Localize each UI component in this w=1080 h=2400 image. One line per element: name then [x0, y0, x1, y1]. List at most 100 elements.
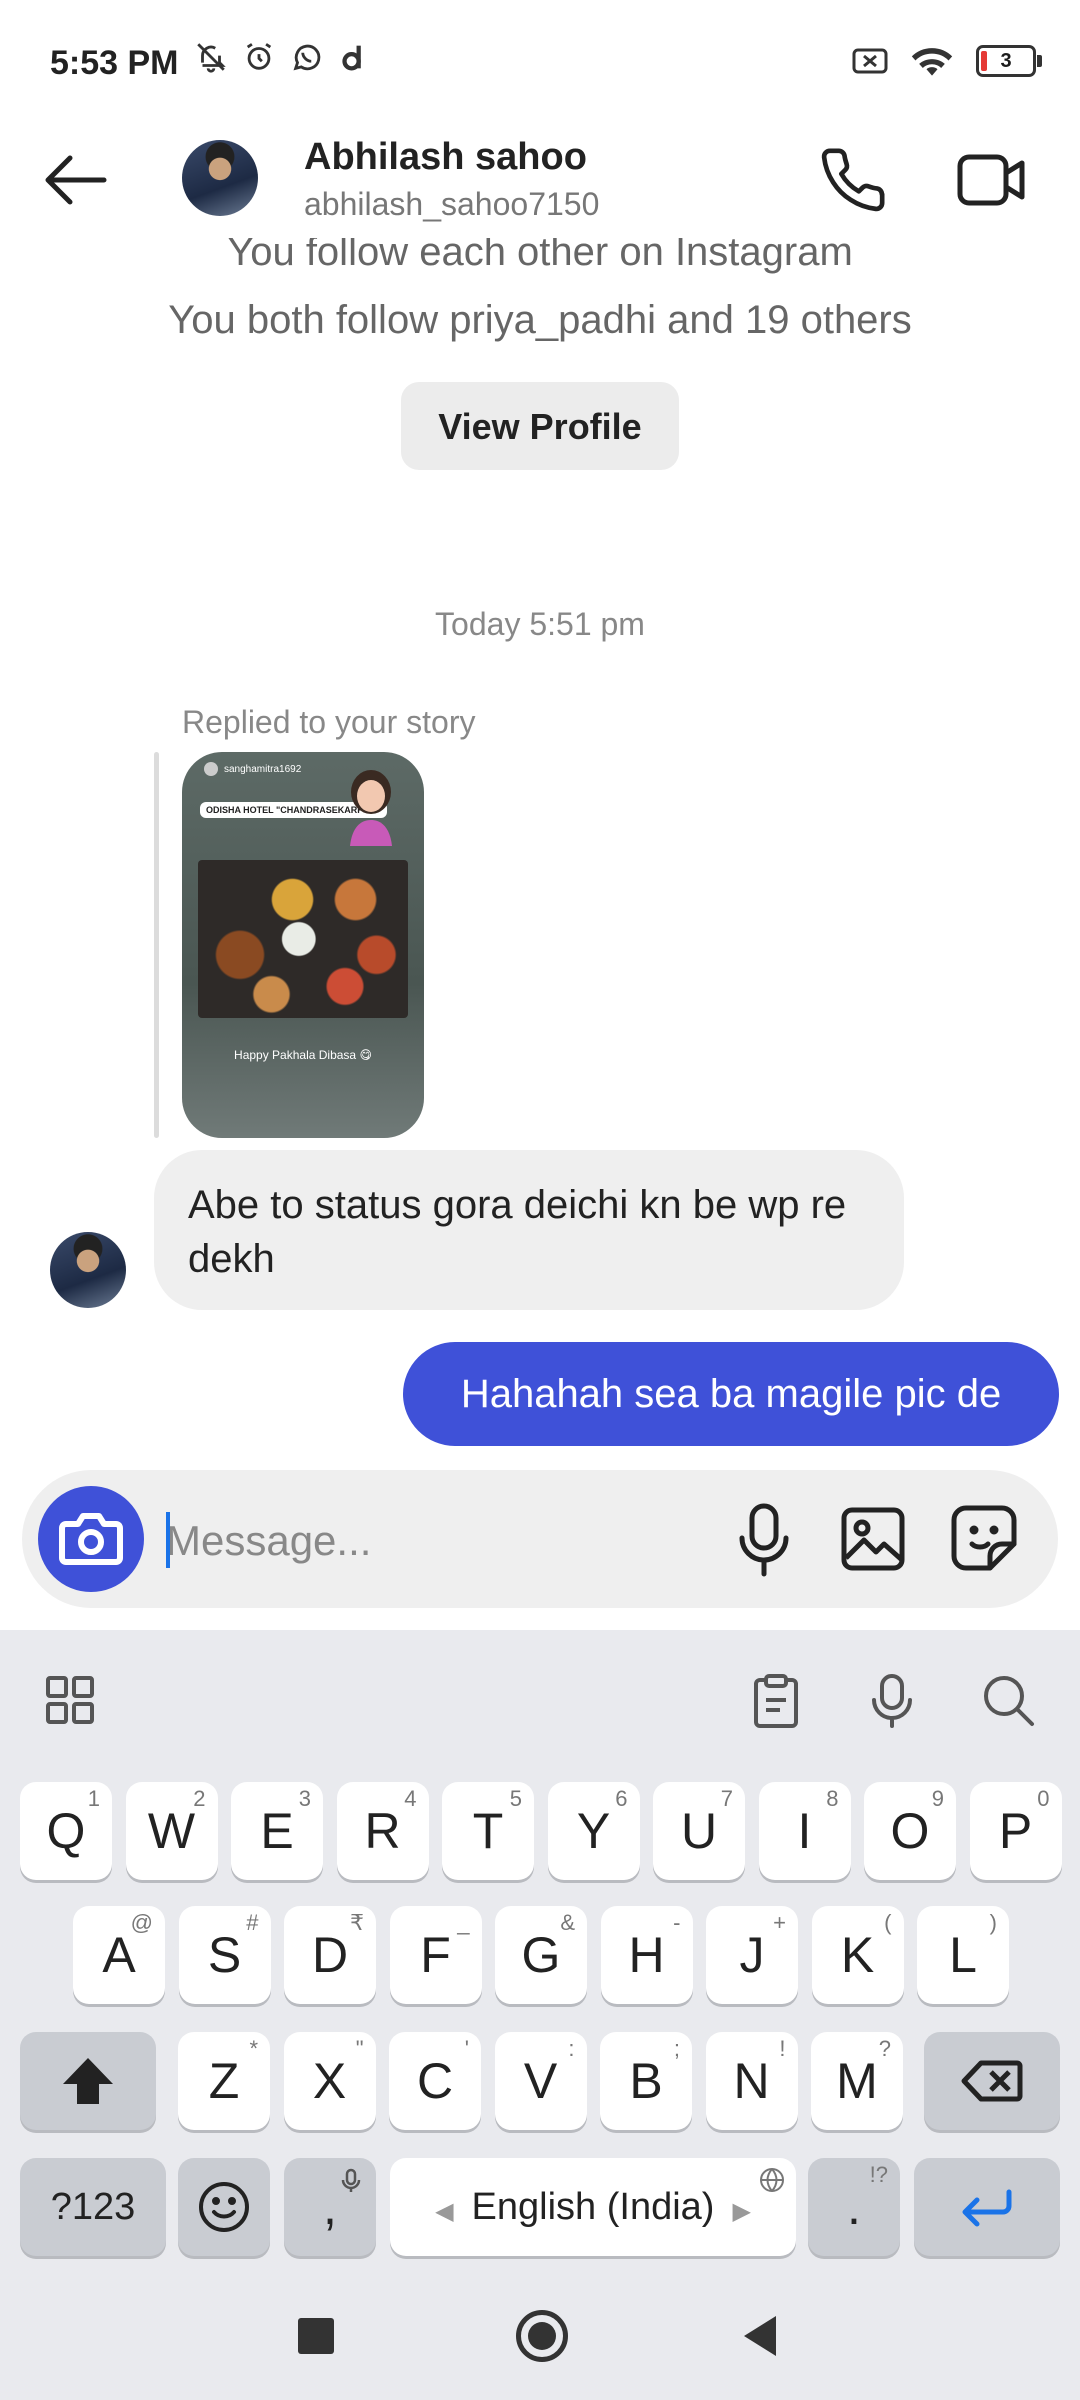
key-g[interactable]: G &	[495, 1906, 587, 2004]
apps-grid-icon[interactable]	[40, 1670, 100, 1730]
emoji-key[interactable]	[178, 2158, 270, 2256]
camera-button[interactable]	[38, 1486, 144, 1592]
period-label: .	[847, 2179, 861, 2235]
key-label: W	[147, 1803, 196, 1859]
key-secondary-label: 7	[720, 1786, 733, 1811]
battery-indicator: 3	[976, 45, 1042, 77]
back-triangle-icon[interactable]	[742, 2314, 778, 2358]
comma-key[interactable]: ,	[284, 2158, 376, 2256]
key-i[interactable]: I8	[758, 1782, 851, 1880]
key-label: E	[260, 1803, 294, 1859]
key-secondary-label: 9	[931, 1786, 944, 1811]
view-profile-button[interactable]: View Profile	[401, 382, 679, 470]
key-secondary-label: 6	[615, 1786, 628, 1811]
key-z[interactable]: Z *	[178, 2032, 270, 2130]
wifi-icon	[911, 48, 953, 76]
key-secondary-label: #	[246, 1910, 259, 1935]
key-secondary-label: "	[355, 2036, 364, 2061]
voice-input-icon[interactable]	[862, 1670, 922, 1730]
key-label: N	[733, 2053, 770, 2109]
contact-avatar[interactable]	[182, 140, 258, 216]
enter-key[interactable]	[914, 2158, 1060, 2256]
key-label: Z	[208, 2053, 240, 2109]
battery-level: 3	[1000, 50, 1012, 72]
search-icon[interactable]	[978, 1670, 1038, 1730]
contact-name[interactable]: Abhilash sahoo	[304, 136, 587, 179]
key-k[interactable]: K(	[811, 1906, 904, 2004]
shift-key[interactable]	[20, 2032, 156, 2130]
mute-bell-icon	[197, 43, 226, 73]
key-o[interactable]: O9	[864, 1782, 956, 1880]
sender-avatar[interactable]	[50, 1232, 126, 1308]
story-thumbnail[interactable]: sanghamitra1692 ODISHA HOTEL "CHANDRASEK…	[182, 752, 424, 1138]
status-time: 5:53 PM	[50, 44, 179, 82]
recents-square-icon[interactable]	[298, 2318, 334, 2354]
key-u[interactable]: U7	[653, 1782, 745, 1880]
key-label: Y	[576, 1803, 611, 1859]
incoming-message[interactable]: Abe to status gora deichi kn be wp re de…	[154, 1150, 904, 1310]
key-w[interactable]: W2	[125, 1782, 218, 1880]
home-circle-icon[interactable]	[516, 2310, 568, 2362]
back-button[interactable]	[40, 150, 120, 210]
key-h[interactable]: H-	[600, 1906, 693, 2004]
key-b[interactable]: B;	[600, 2032, 692, 2130]
globe-icon	[760, 2168, 784, 2192]
key-q[interactable]: Q1	[20, 1782, 112, 1880]
clipboard-icon[interactable]	[746, 1670, 806, 1730]
app-d-icon	[342, 45, 361, 71]
key-v[interactable]: V:	[494, 2032, 587, 2130]
alarm-icon	[246, 43, 272, 70]
video-call-button[interactable]	[956, 145, 1028, 215]
key-secondary-label: -	[673, 1910, 681, 1935]
status-icons-right: 3	[852, 44, 1042, 78]
key-c[interactable]: C '	[389, 2032, 481, 2130]
key-e[interactable]: E3	[231, 1782, 323, 1880]
contact-username[interactable]: abhilash_sahoo7150	[304, 186, 599, 223]
key-secondary-label: ;	[673, 2036, 680, 2061]
key-secondary-label: *	[249, 2036, 258, 2061]
reply-context-label: Replied to your story	[182, 704, 476, 740]
symbols-key[interactable]: ?123	[20, 2158, 166, 2256]
key-d[interactable]: D ₹	[284, 1906, 376, 2004]
story-user: sanghamitra1692	[204, 762, 301, 776]
key-n[interactable]: N!	[705, 2032, 798, 2130]
key-r[interactable]: R4	[336, 1782, 429, 1880]
sticker-button[interactable]	[950, 1504, 1018, 1572]
key-secondary-label: )	[989, 1910, 997, 1935]
key-secondary-label: !	[779, 2036, 786, 2061]
key-m[interactable]: M?	[811, 2032, 903, 2130]
key-y[interactable]: Y6	[547, 1782, 640, 1880]
key-label: S	[207, 1927, 242, 1983]
key-secondary-label: _	[457, 1910, 470, 1935]
backspace-key[interactable]	[924, 2032, 1060, 2130]
follow-status-label: You follow each other on Instagram	[227, 238, 853, 274]
key-a[interactable]: A @	[73, 1906, 165, 2004]
key-t[interactable]: T5	[442, 1782, 534, 1880]
space-key[interactable]: ◀ English (India) ▶	[390, 2158, 796, 2256]
status-icons-left	[194, 40, 368, 74]
outgoing-message[interactable]: Hahahah sea ba magile pic de	[403, 1342, 1059, 1446]
key-label: B	[629, 2053, 663, 2109]
period-key[interactable]: . !?	[808, 2158, 900, 2256]
gallery-button[interactable]	[840, 1506, 906, 1572]
key-secondary-label: 2	[193, 1786, 206, 1811]
message-input[interactable]	[164, 1500, 708, 1582]
key-s[interactable]: S #	[178, 1906, 271, 2004]
reply-indicator-bar	[154, 752, 159, 1138]
key-p[interactable]: P0	[969, 1782, 1062, 1880]
key-secondary-label: '	[464, 2036, 469, 2061]
video-camera-icon	[957, 154, 1025, 206]
key-label: M	[836, 2053, 878, 2109]
voice-message-button[interactable]	[732, 1500, 796, 1580]
key-f[interactable]: F _	[389, 1906, 482, 2004]
comma-mic-icon	[341, 2168, 361, 2192]
key-j[interactable]: J +	[706, 1906, 798, 2004]
thread-timestamp: Today 5:51 pm	[435, 606, 645, 642]
follow-status-text: You follow each other on Instagram	[0, 238, 1080, 284]
key-l[interactable]: L)	[917, 1906, 1009, 2004]
key-label: U	[680, 1803, 718, 1859]
key-secondary-label: 0	[1037, 1786, 1050, 1811]
voice-call-button[interactable]	[818, 145, 888, 215]
key-x[interactable]: X "	[283, 2032, 376, 2130]
key-label: C	[416, 2053, 454, 2109]
